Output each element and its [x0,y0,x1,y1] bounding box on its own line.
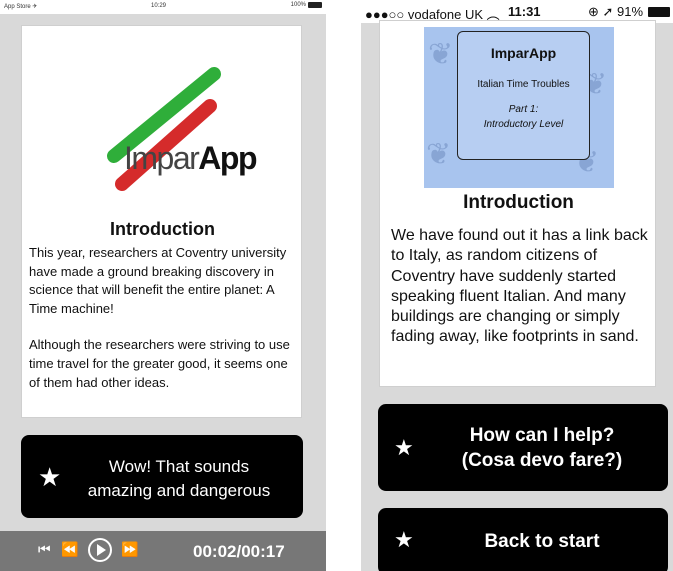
rewind-icon[interactable]: ⏪ [61,541,78,558]
card-body: This year, researchers at Coventry unive… [29,244,299,410]
cover-image: ❦ ❦ ❦ ❦ ImparApp Italian Time Troubles P… [424,27,614,188]
wing-doodle-icon: ❦ [426,138,452,171]
choice-label-line1: Wow! That sounds [108,457,250,476]
story-card: ❦ ❦ ❦ ❦ ImparApp Italian Time Troubles P… [379,20,656,387]
choice-button-label: Wow! That sounds amazing and dangerous [69,455,289,503]
cover-title: ImparApp [490,45,557,61]
imparapp-logo-text: ImparApp [124,140,257,177]
status-icons: ⊕ ➚ 91% [588,4,644,19]
help-label-line2: (Cosa devo fare?) [461,450,623,471]
wing-doodle-icon: ❦ [428,38,454,71]
cover-title-box: ImparApp Italian Time Troubles Part 1: I… [457,31,590,160]
skip-back-icon[interactable]: ⏮ [38,541,51,558]
choice-label-line2: amazing and dangerous [87,481,271,500]
status-bar: App Store ✈ 10:29 100% [0,0,326,14]
card-title: Introduction [110,219,215,239]
choice-button[interactable]: ★ Wow! That sounds amazing and dangerous [21,435,303,518]
card-title: Introduction [463,192,574,213]
help-button[interactable]: ★ How can I help? (Cosa devo fare?) [378,404,668,491]
fast-forward-icon[interactable]: ⏩ [121,541,138,558]
help-button-label: How can I help? (Cosa devo fare?) [422,423,662,473]
cover-part: Part 1: Introductory Level [458,102,589,132]
card-body: We have found out it has a link back to … [391,227,648,346]
status-battery: 100% [291,2,322,8]
cover-subtitle: Italian Time Troubles [477,79,570,90]
battery-percent: 100% [290,2,306,8]
star-icon: ★ [394,435,414,460]
playback-time: 00:02/00:17 [193,542,285,561]
back-to-start-button[interactable]: ★ Back to start [378,508,668,571]
battery-icon [308,2,322,8]
paragraph: This year, researchers at Coventry unive… [29,245,287,316]
logo-text-bold: App [198,140,257,176]
story-card: ImparApp Introduction This year, researc… [21,25,302,418]
back-to-start-label: Back to start [484,531,600,552]
right-phone-screen: ●●●○○ vodafone UK ︵ 11:31 ⊕ ➚ 91% ❦ ❦ ❦ … [361,0,673,571]
cover-part-line2: Introductory Level [483,119,564,130]
audio-player-bar: ⏮ ⏪ ⏩ 00:02/00:17 [0,531,326,571]
cover-part-line1: Part 1: [508,104,539,115]
status-time: 11:31 [508,4,541,19]
left-phone-screen: App Store ✈ 10:29 100% ImparApp Introduc… [0,0,326,571]
help-label-line1: How can I help? [469,425,615,446]
star-icon: ★ [394,527,414,552]
status-carrier: App Store ✈ [4,4,38,10]
battery-icon [648,7,670,17]
paragraph: Although the researchers were striving t… [29,337,290,390]
status-time: 10:29 [151,3,167,9]
star-icon: ★ [38,462,62,492]
logo-text-light: Impar [124,140,200,176]
play-icon[interactable] [88,538,112,562]
